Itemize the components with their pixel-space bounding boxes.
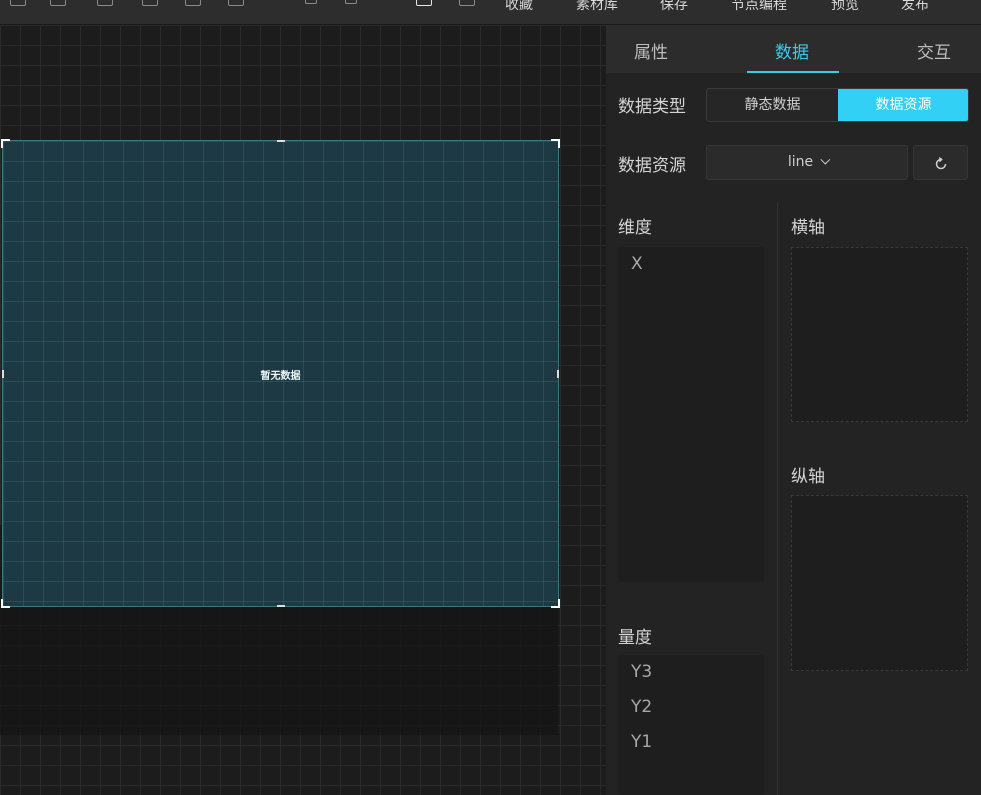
unlink-icon[interactable] <box>345 0 357 4</box>
data-source-select[interactable]: line <box>706 145 908 180</box>
x-axis-drop-zone[interactable] <box>791 247 968 422</box>
preview-button[interactable]: 预览 <box>831 0 859 14</box>
align-top-icon[interactable] <box>142 0 158 6</box>
lock-icon[interactable] <box>305 0 317 4</box>
node-programming-button[interactable]: 节点编程 <box>731 0 787 14</box>
align-right-icon[interactable] <box>97 0 113 6</box>
y-axis-drop-zone[interactable] <box>791 495 968 671</box>
publish-button[interactable]: 发布 <box>901 0 929 14</box>
dimension-list: X <box>618 247 764 582</box>
measure-field-y1[interactable]: Y1 <box>631 732 652 752</box>
measure-field-y3[interactable]: Y3 <box>631 662 652 682</box>
align-left-icon[interactable] <box>10 0 26 6</box>
editor-canvas[interactable]: 暂无数据 <box>0 25 606 795</box>
resize-handle-top-left[interactable] <box>1 139 10 148</box>
resize-handle-bottom[interactable] <box>277 605 285 607</box>
tab-properties[interactable]: 属性 <box>634 38 668 63</box>
measure-label: 量度 <box>618 628 652 648</box>
config-panel: 属性 数据 交互 数据类型 静态数据 数据资源 数据资源 line 维度 X 量… <box>606 25 981 795</box>
resize-handle-right[interactable] <box>557 370 559 378</box>
material-library-button[interactable]: 素材库 <box>576 0 618 14</box>
refresh-icon <box>935 156 946 169</box>
export-icon[interactable] <box>459 0 475 6</box>
tab-interaction[interactable]: 交互 <box>917 38 951 63</box>
resize-handle-left[interactable] <box>2 370 4 378</box>
resize-handle-top-right[interactable] <box>551 139 560 148</box>
data-source-value: line <box>787 154 814 170</box>
resize-handle-bottom-left[interactable] <box>1 599 10 608</box>
chevron-down-icon <box>820 154 831 165</box>
data-resource-option[interactable]: 数据资源 <box>838 89 968 121</box>
data-type-selector: 静态数据 数据资源 <box>706 88 969 122</box>
align-middle-icon[interactable] <box>185 0 201 6</box>
top-toolbar: 收藏 素材库 保存 节点编程 预览 发布 <box>0 0 981 25</box>
active-tab-indicator <box>747 71 839 73</box>
data-type-label: 数据类型 <box>618 97 686 117</box>
no-data-text: 暂无数据 <box>260 371 301 382</box>
import-icon[interactable] <box>416 0 432 6</box>
dimension-field-x[interactable]: X <box>631 254 643 274</box>
data-source-label: 数据资源 <box>618 156 686 176</box>
x-axis-label: 横轴 <box>791 218 825 238</box>
measure-field-y2[interactable]: Y2 <box>631 697 652 717</box>
tab-data[interactable]: 数据 <box>775 38 809 63</box>
static-data-option[interactable]: 静态数据 <box>707 89 838 121</box>
chart-component[interactable]: 暂无数据 <box>1 139 560 608</box>
resize-handle-top[interactable] <box>277 140 285 142</box>
favorites-button[interactable]: 收藏 <box>505 0 533 14</box>
dimension-label: 维度 <box>618 218 652 238</box>
resize-handle-bottom-right[interactable] <box>551 599 560 608</box>
align-center-icon[interactable] <box>50 0 66 6</box>
refresh-button[interactable] <box>913 145 968 180</box>
measure-list: Y3 Y2 Y1 <box>618 655 764 795</box>
save-button[interactable]: 保存 <box>660 0 688 14</box>
column-divider <box>777 203 778 795</box>
align-bottom-icon[interactable] <box>228 0 244 6</box>
panel-tabs: 属性 数据 交互 <box>606 25 981 73</box>
y-axis-label: 纵轴 <box>791 467 825 487</box>
